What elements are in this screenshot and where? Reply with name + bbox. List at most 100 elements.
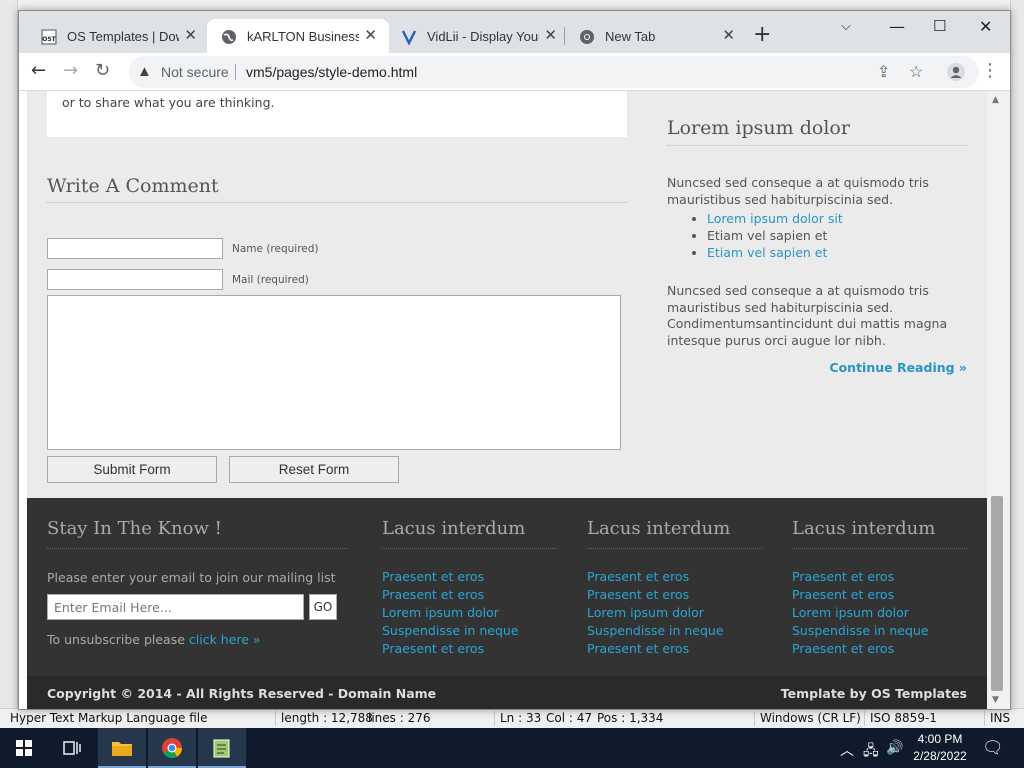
editor-status-bar: Hyper Text Markup Language file length :… [0,708,1024,728]
heading-divider [47,202,627,203]
tab-strip: OST OS Templates | Down ✕ kARLTON Busine… [19,11,1010,53]
status-eol: Windows (CR LF) [760,711,861,725]
mail-input[interactable] [47,269,223,290]
file-explorer-icon[interactable] [98,728,146,768]
bookmark-star-icon[interactable]: ☆ [909,62,923,82]
close-window-button[interactable]: ✕ [979,17,992,36]
warning-triangle-icon[interactable]: ▲ [137,63,152,80]
footer-link[interactable]: Praesent et eros [382,568,519,586]
minimize-button[interactable]: — [889,17,905,36]
profile-avatar-icon[interactable] [947,63,965,81]
comment-box: or to share what you are thinking. [47,91,627,137]
volume-icon[interactable]: 🔊 [886,740,903,756]
unsubscribe-link[interactable]: click here » [189,632,261,647]
status-col: Col : 47 [546,711,592,725]
tab-label: OS Templates | Down [67,29,179,44]
windows-taskbar: ︿ 🖧 🔊 4:00 PM 2/28/2022 🗨 [0,728,1024,768]
tab-label: VidLii - Display Yours [427,29,539,44]
scrollbar-thumb[interactable] [991,496,1003,691]
notepad-plus-icon[interactable] [198,728,246,768]
clock-time: 4:00 PM [917,732,963,746]
tab-karlton-business[interactable]: kARLTON Business | S ✕ [207,19,389,53]
close-tab-icon[interactable]: ✕ [722,26,735,44]
name-input[interactable] [47,238,223,259]
template-credit[interactable]: Template by OS Templates [781,686,967,701]
footer-link-list: Praesent et eros Praesent et eros Lorem … [792,568,929,658]
reset-form-button[interactable]: Reset Form [229,456,399,483]
close-tab-icon[interactable]: ✕ [184,26,197,44]
menu-kebab-icon[interactable]: ⋮ [981,62,999,80]
url-text[interactable]: vm5/pages/style-demo.html [246,64,417,80]
footer-link[interactable]: Praesent et eros [587,640,724,658]
new-tab-button[interactable]: + [753,24,771,46]
sidebar-divider [667,145,967,146]
footer-link-list: Praesent et eros Praesent et eros Lorem … [382,568,519,658]
back-arrow-icon[interactable]: ← [31,62,46,80]
reload-icon[interactable]: ↻ [95,62,110,80]
list-item[interactable]: Lorem ipsum dolor sit [707,210,843,227]
page-viewport: or to share what you are thinking. Write… [27,91,987,709]
email-input[interactable]: Enter Email Here... [47,594,304,620]
sidebar-heading: Lorem ipsum dolor [667,117,850,139]
footer-link[interactable]: Praesent et eros [587,568,724,586]
list-item: Etiam vel sapien et [707,227,843,244]
share-icon[interactable]: ⇪ [877,62,890,82]
chevron-up-icon[interactable]: ︿ [840,740,854,760]
footer-link[interactable]: Praesent et eros [792,586,929,604]
tab-vidlii[interactable]: VidLii - Display Yours ✕ [387,19,569,53]
comment-note: or to share what you are thinking. [62,95,275,110]
footer-column-heading: Lacus interdum [382,518,526,539]
start-windows-icon[interactable] [0,728,48,768]
footer-link[interactable]: Lorem ipsum dolor [587,604,724,622]
browser-toolbar: ← → ↻ ▲ Not secure vm5/pages/style-demo.… [19,53,1010,91]
footer-link[interactable]: Praesent et eros [792,640,929,658]
address-bar[interactable]: ▲ Not secure vm5/pages/style-demo.html ⇪… [129,56,979,88]
tab-new-tab[interactable]: New Tab ✕ [565,19,747,53]
close-tab-icon[interactable]: ✕ [364,26,377,44]
mailing-list-text: Please enter your email to join our mail… [47,570,336,585]
go-button[interactable]: GO [309,594,337,620]
list-item[interactable]: Etiam vel sapien et [707,244,843,261]
security-label[interactable]: Not secure [161,64,229,80]
write-comment-heading: Write A Comment [47,175,219,197]
tab-label: New Tab [605,29,656,44]
taskbar-clock[interactable]: 4:00 PM 2/28/2022 [902,731,978,765]
editor-left-edge [0,0,18,708]
submit-form-button[interactable]: Submit Form [47,456,217,483]
page-scrollbar[interactable]: ▲ ▼ [987,91,1010,709]
ost-favicon-icon: OST [41,29,57,45]
close-tab-icon[interactable]: ✕ [544,26,557,44]
footer-link[interactable]: Suspendisse in neque [792,622,929,640]
footer-link[interactable]: Praesent et eros [382,586,519,604]
footer-link[interactable]: Lorem ipsum dolor [792,604,929,622]
status-length: length : 12,788 [281,711,373,725]
scroll-up-arrow-icon[interactable]: ▲ [992,95,999,105]
copyright-text: Copyright © 2014 - All Rights Reserved -… [47,686,437,701]
footer-link[interactable]: Praesent et eros [587,586,724,604]
forward-arrow-icon[interactable]: → [63,62,78,80]
tab-os-templates[interactable]: OST OS Templates | Down ✕ [27,19,209,53]
scroll-down-arrow-icon[interactable]: ▼ [992,695,999,705]
tab-search-chevron-icon[interactable]: ⌵ [841,19,851,34]
footer-link-list: Praesent et eros Praesent et eros Lorem … [587,568,724,658]
notification-icon[interactable]: 🗨 [982,738,1004,758]
maximize-button[interactable]: ☐ [933,17,946,35]
vidlii-icon [401,30,417,45]
mail-label: Mail (required) [232,274,309,286]
network-icon[interactable]: 🖧 [863,740,879,764]
footer-link[interactable]: Suspendisse in neque [587,622,724,640]
comment-textarea[interactable] [47,295,621,450]
footer-link[interactable]: Praesent et eros [792,568,929,586]
copyright-bar: Copyright © 2014 - All Rights Reserved -… [27,676,987,709]
footer-link[interactable]: Praesent et eros [382,640,519,658]
task-view-icon[interactable] [48,728,96,768]
unsubscribe-text: To unsubscribe please click here » [47,632,261,647]
footer-link[interactable]: Suspendisse in neque [382,622,519,640]
footer-column-heading: Lacus interdum [792,518,936,539]
continue-reading-link[interactable]: Continue Reading » [667,360,967,375]
footer-column-heading: Lacus interdum [587,518,731,539]
footer-link[interactable]: Lorem ipsum dolor [382,604,519,622]
sidebar-paragraph-2: Nuncsed sed conseque a at quismodo tris … [667,283,948,348]
tab-label: kARLTON Business | S [247,29,359,44]
chrome-taskbar-icon[interactable] [148,728,196,768]
